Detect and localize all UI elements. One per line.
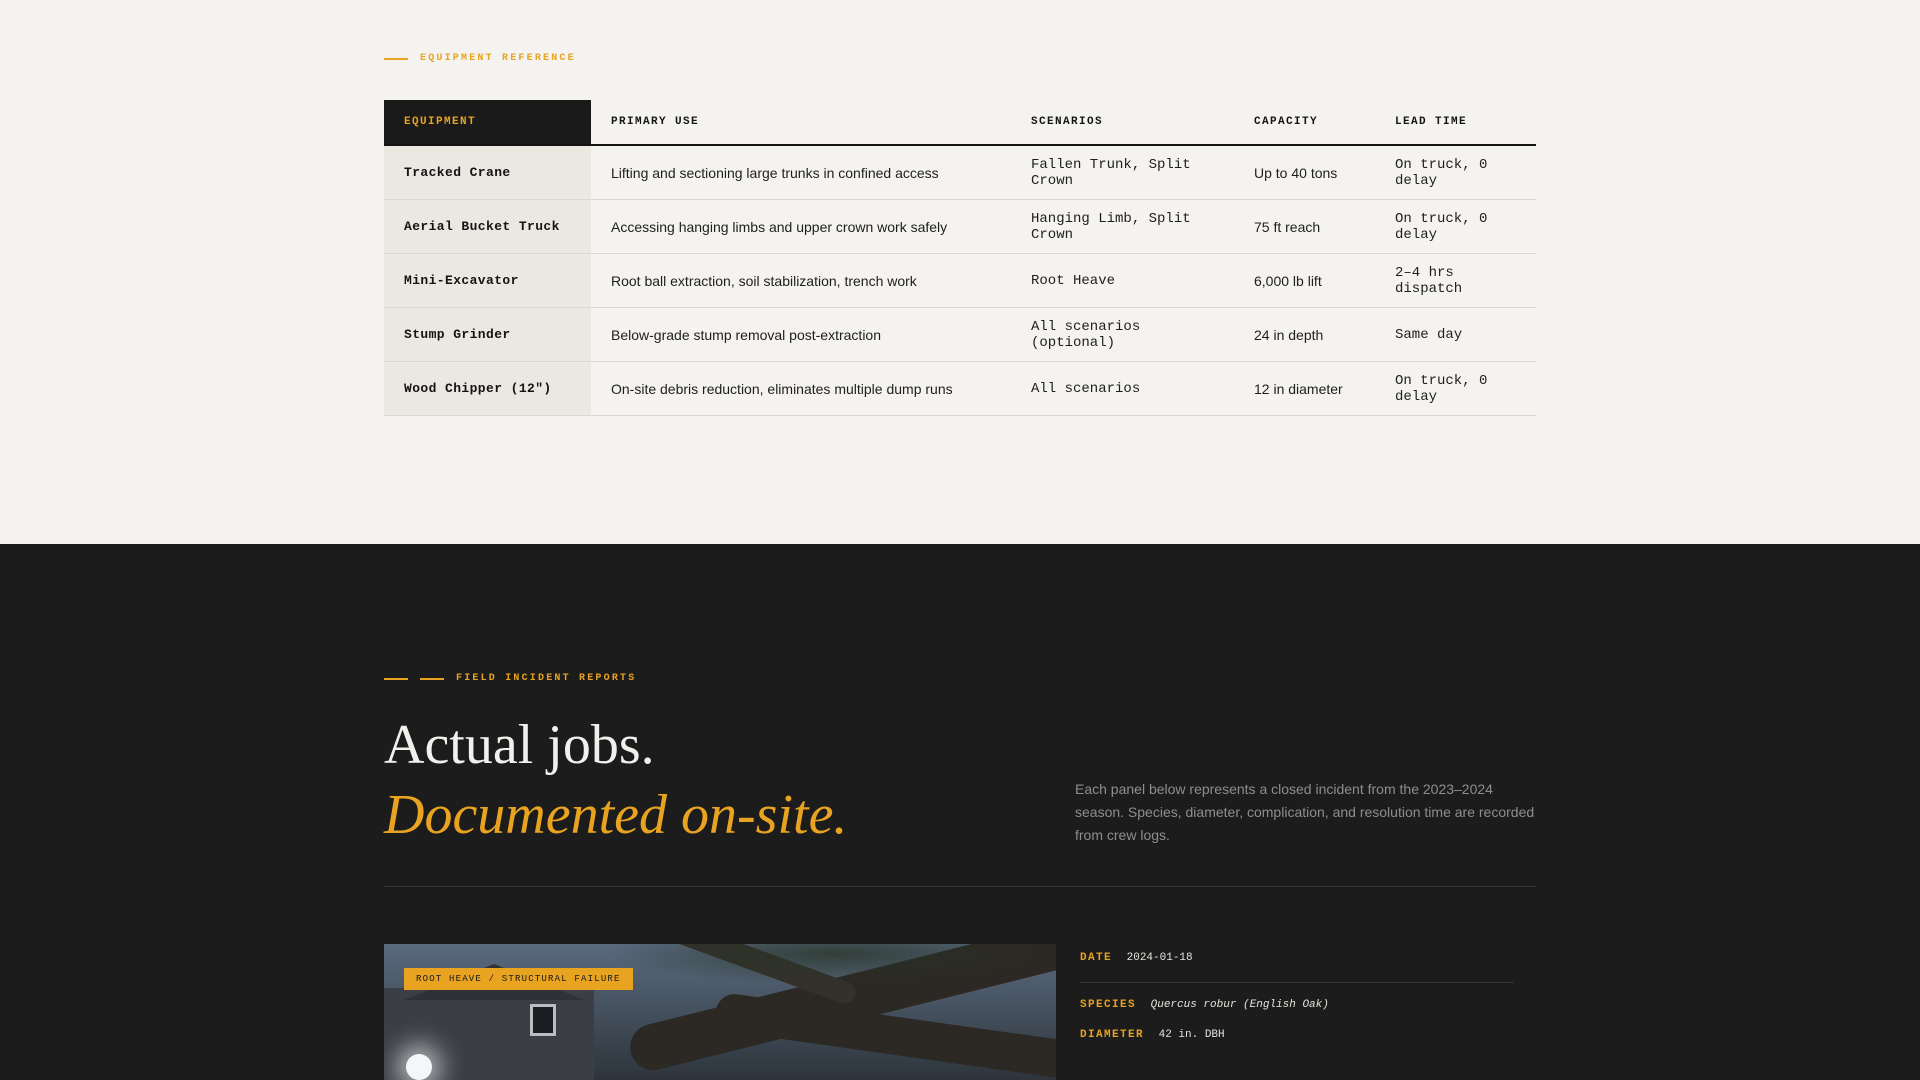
table-row: Mini-Excavator Root ball extraction, soil…: [384, 253, 1536, 308]
capacity-cell: Up to 40 tons: [1234, 145, 1375, 200]
detail-diameter: DIAMETER 42 in. DBH: [1080, 1029, 1514, 1041]
section-lede: Each panel below represents a closed inc…: [1075, 781, 1535, 843]
lead-time-cell: On truck, 0 delay: [1375, 145, 1536, 200]
accent-dash: [420, 677, 444, 680]
equipment-name-cell: Mini-Excavator: [384, 253, 591, 308]
accent-dash: [384, 57, 408, 60]
house-window: [530, 1004, 556, 1036]
primary-use-cell: Lifting and sectioning large trunks in c…: [591, 145, 1011, 200]
equipment-eyebrow-label: EQUIPMENT REFERENCE: [420, 53, 576, 64]
scenarios-cell: Hanging Limb, Split Crown: [1011, 199, 1234, 254]
table-row: Aerial Bucket Truck Accessing hanging lim…: [384, 199, 1536, 254]
section-headline: Actual jobs. Documented on-site.: [384, 710, 847, 850]
headline-line-2: Documented on-site.: [384, 784, 848, 846]
porch-light: [406, 1054, 432, 1080]
equipment-name-cell: Stump Grinder: [384, 307, 591, 362]
date-value: 2024-01-18: [1126, 952, 1193, 964]
lead-time-cell: 2–4 hrs dispatch: [1375, 253, 1536, 308]
scenarios-cell: All scenarios: [1011, 361, 1234, 416]
incident-reports-section: FIELD INCIDENT REPORTS Actual jobs. Docu…: [0, 544, 1920, 1080]
incident-photo: ROOT HEAVE / STRUCTURAL FAILURE: [384, 944, 1056, 1080]
species-value: Quercus robur (English Oak): [1150, 999, 1329, 1011]
capacity-cell: 24 in depth: [1234, 307, 1375, 362]
diameter-label: DIAMETER: [1080, 1029, 1145, 1041]
capacity-cell: 6,000 lb lift: [1234, 253, 1375, 308]
date-label: DATE: [1080, 952, 1113, 964]
accent-dash: [384, 677, 408, 680]
table-row: Stump Grinder Below-grade stump removal p…: [384, 307, 1536, 362]
equipment-section: EQUIPMENT REFERENCE EQUIPMENT PRIMARY US…: [0, 0, 1920, 544]
primary-use-cell: On-site debris reduction, eliminates mul…: [591, 361, 1011, 416]
primary-use-cell: Root ball extraction, soil stabilization…: [591, 253, 1011, 308]
incident-category-badge: ROOT HEAVE / STRUCTURAL FAILURE: [404, 968, 633, 990]
primary-use-cell: Below-grade stump removal post-extractio…: [591, 307, 1011, 362]
equipment-name-cell: Tracked Crane: [384, 145, 591, 200]
equipment-table-body: Tracked Crane Lifting and sectioning larg…: [384, 145, 1536, 416]
reports-eyebrow-label: FIELD INCIDENT REPORTS: [456, 673, 637, 684]
diameter-value: 42 in. DBH: [1158, 1029, 1225, 1041]
primary-use-cell: Accessing hanging limbs and upper crown …: [591, 199, 1011, 254]
lead-time-cell: On truck, 0 delay: [1375, 199, 1536, 254]
equipment-table: EQUIPMENT PRIMARY USE SCENARIOS CAPACITY…: [384, 100, 1536, 416]
scenarios-cell: Fallen Trunk, Split Crown: [1011, 145, 1234, 200]
detail-species: SPECIES Quercus robur (English Oak): [1080, 999, 1514, 1011]
section-divider: [384, 886, 1536, 887]
incident-details: DATE 2024-01-18 SPECIES Quercus robur (E…: [1080, 952, 1514, 1059]
table-row: Tracked Crane Lifting and sectioning larg…: [384, 145, 1536, 200]
column-header-capacity: CAPACITY: [1234, 100, 1375, 146]
capacity-cell: 75 ft reach: [1234, 199, 1375, 254]
column-header-scenarios: SCENARIOS: [1011, 100, 1234, 146]
table-row: Wood Chipper (12") On-site debris reducti…: [384, 361, 1536, 416]
column-header-lead-time: LEAD TIME: [1375, 100, 1536, 146]
foliage: [604, 944, 1056, 984]
column-header-primary-use: PRIMARY USE: [591, 100, 1011, 146]
lead-time-cell: Same day: [1375, 307, 1536, 362]
scenarios-cell: All scenarios (optional): [1011, 307, 1234, 362]
equipment-name-cell: Aerial Bucket Truck: [384, 199, 591, 254]
lead-time-cell: On truck, 0 delay: [1375, 361, 1536, 416]
detail-date: DATE 2024-01-18: [1080, 952, 1514, 964]
column-header-equipment: EQUIPMENT: [384, 100, 591, 146]
scenarios-cell: Root Heave: [1011, 253, 1234, 308]
species-label: SPECIES: [1080, 999, 1137, 1011]
reports-eyebrow: FIELD INCIDENT REPORTS: [384, 673, 636, 684]
equipment-name-cell: Wood Chipper (12"): [384, 361, 591, 416]
detail-divider: [1080, 982, 1514, 983]
headline-line-1: Actual jobs.: [384, 714, 655, 776]
equipment-eyebrow: EQUIPMENT REFERENCE: [384, 53, 576, 64]
capacity-cell: 12 in diameter: [1234, 361, 1375, 416]
table-header-row: EQUIPMENT PRIMARY USE SCENARIOS CAPACITY…: [384, 100, 1536, 146]
